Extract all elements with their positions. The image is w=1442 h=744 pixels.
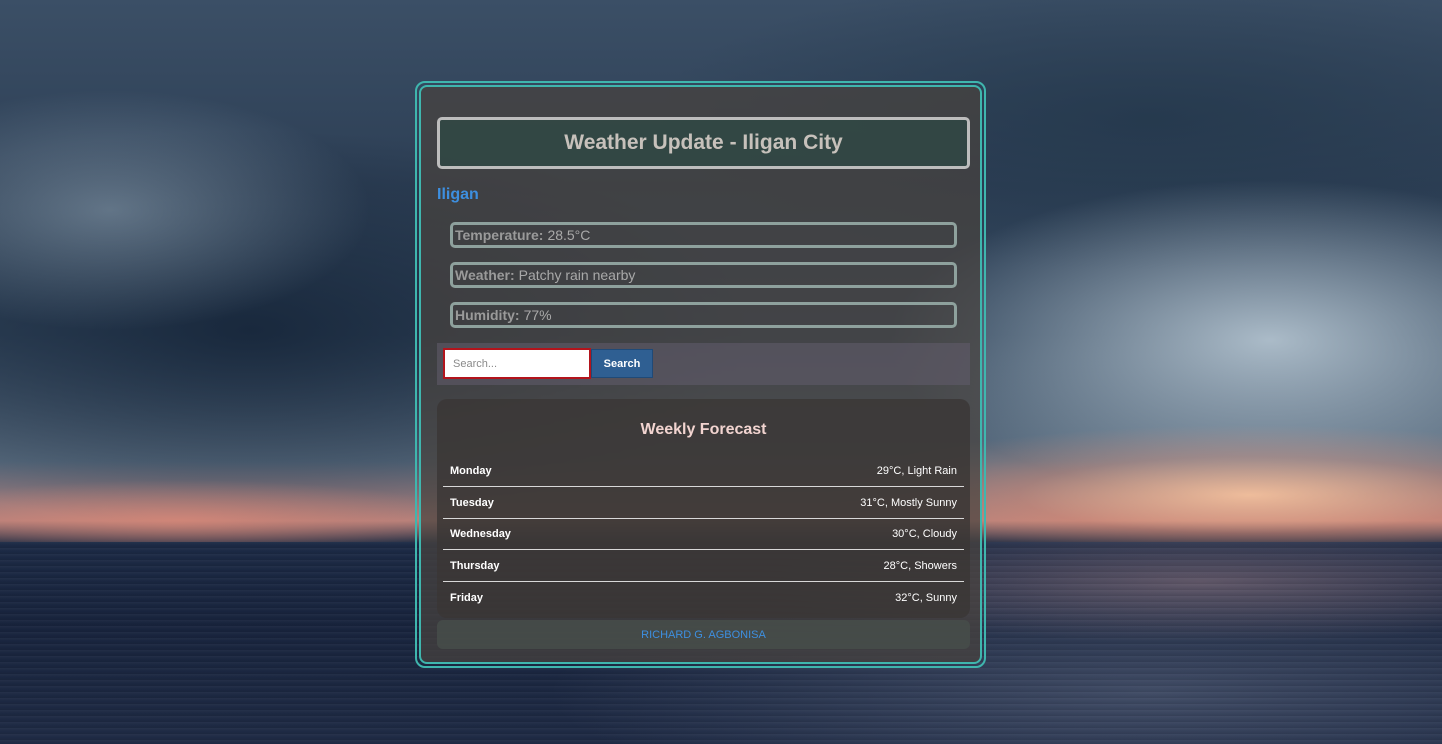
humidity-value: 77%	[523, 307, 552, 323]
temperature-stat: Temperature: 28.5°C	[450, 222, 957, 248]
forecast-day: Wednesday	[450, 528, 511, 540]
forecast-value: 32°C, Sunny	[895, 591, 957, 604]
forecast-day: Tuesday	[450, 497, 494, 509]
weekly-forecast-panel: Weekly Forecast Monday 29°C, Light Rain …	[437, 399, 970, 618]
humidity-label: Humidity:	[455, 307, 520, 323]
weather-stat: Weather: Patchy rain nearby	[450, 262, 957, 288]
forecast-value: 30°C, Cloudy	[892, 528, 957, 540]
forecast-title: Weekly Forecast	[640, 421, 767, 438]
forecast-row: Friday 32°C, Sunny	[443, 582, 964, 613]
forecast-row: Thursday 28°C, Showers	[443, 551, 964, 582]
forecast-value: 31°C, Mostly Sunny	[860, 497, 957, 509]
forecast-row: Monday 29°C, Light Rain	[443, 456, 964, 487]
forecast-value: 28°C, Showers	[883, 560, 958, 572]
humidity-stat: Humidity: 77%	[450, 302, 957, 328]
weather-value: Patchy rain nearby	[518, 267, 636, 283]
forecast-value: 29°C, Light Rain	[876, 465, 957, 477]
weather-card: Weather Update - Iligan City Iligan Temp…	[419, 85, 982, 664]
forecast-day: Monday	[450, 465, 492, 477]
footer: RICHARD G. AGBONISA	[437, 620, 970, 649]
forecast-row: Tuesday 31°C, Mostly Sunny	[443, 488, 964, 519]
forecast-day: Thursday	[450, 560, 500, 572]
weather-label: Weather:	[455, 267, 515, 283]
forecast-day: Friday	[450, 591, 484, 604]
search-input[interactable]	[443, 348, 591, 379]
city-name: Iligan	[437, 186, 479, 203]
title-box: Weather Update - Iligan City	[437, 117, 970, 169]
temperature-label: Temperature:	[455, 227, 544, 243]
page-title: Weather Update - Iligan City	[564, 131, 843, 154]
forecast-row: Wednesday 30°C, Cloudy	[443, 519, 964, 550]
author-credit: RICHARD G. AGBONISA	[641, 628, 766, 641]
search-button[interactable]: Search	[591, 349, 653, 378]
weather-card-frame: Weather Update - Iligan City Iligan Temp…	[415, 81, 986, 668]
temperature-value: 28.5°C	[547, 227, 591, 243]
